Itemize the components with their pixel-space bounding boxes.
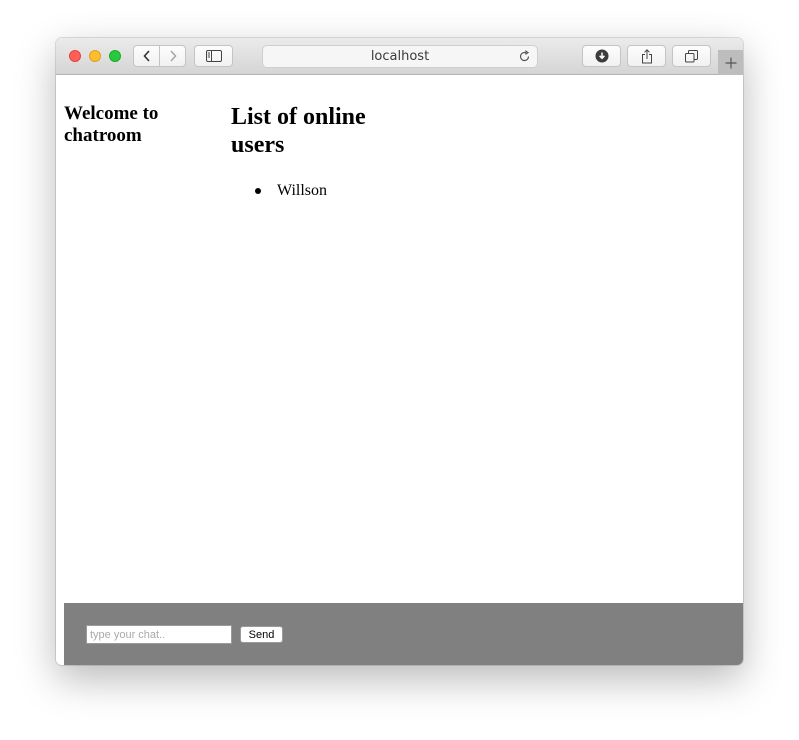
browser-toolbar: localhost bbox=[56, 38, 743, 75]
chat-footer: Send bbox=[64, 603, 743, 665]
tabs-overview-icon bbox=[685, 49, 698, 62]
tab-overview-button[interactable] bbox=[672, 45, 711, 67]
chat-input[interactable] bbox=[86, 625, 232, 644]
bullet-icon bbox=[255, 188, 261, 194]
welcome-heading: Welcome to chatroom bbox=[64, 103, 159, 146]
online-user-list: Willson bbox=[255, 181, 328, 201]
sidebar-toggle-button[interactable] bbox=[194, 45, 233, 67]
page-content: Welcome to chatroom List of online users… bbox=[56, 75, 743, 665]
back-button[interactable] bbox=[133, 45, 160, 67]
plus-icon bbox=[725, 57, 736, 68]
list-item: Willson bbox=[255, 181, 328, 201]
user-name: Willson bbox=[277, 182, 328, 199]
new-tab-button[interactable] bbox=[718, 50, 743, 75]
forward-button[interactable] bbox=[159, 45, 186, 67]
downloads-button[interactable] bbox=[582, 45, 621, 67]
send-button[interactable]: Send bbox=[240, 626, 283, 643]
sidebar-icon bbox=[205, 50, 222, 62]
browser-window: localhost Welcome to chatroom List of on… bbox=[56, 38, 743, 665]
chevron-right-icon bbox=[169, 50, 177, 62]
share-icon bbox=[641, 48, 652, 63]
share-button[interactable] bbox=[627, 45, 666, 67]
reload-icon[interactable] bbox=[518, 50, 531, 63]
address-bar[interactable]: localhost bbox=[262, 45, 538, 68]
chevron-left-icon bbox=[142, 50, 150, 62]
maximize-window-button[interactable] bbox=[109, 50, 121, 62]
close-window-button[interactable] bbox=[69, 50, 81, 62]
download-icon bbox=[595, 49, 608, 63]
online-users-heading: List of online users bbox=[231, 104, 366, 158]
minimize-window-button[interactable] bbox=[89, 50, 101, 62]
address-text: localhost bbox=[370, 49, 430, 64]
